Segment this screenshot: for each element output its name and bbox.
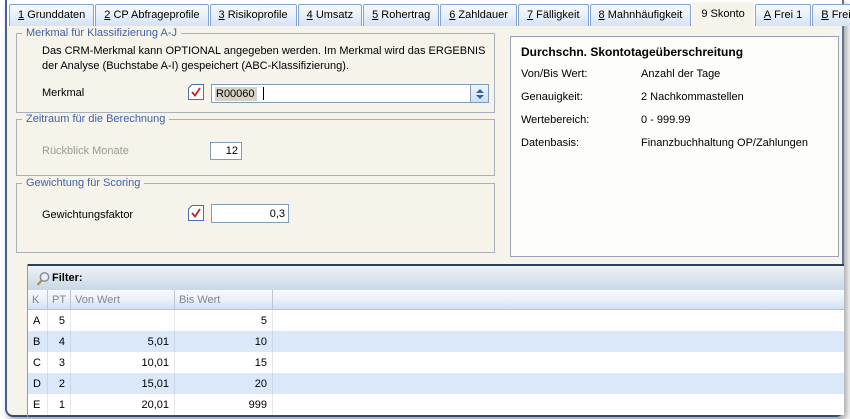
group-zeitraum-berechnung: Zeitraum für die Berechnung Rückblick Mo…: [16, 119, 495, 176]
cell-bis-wert: 5: [175, 310, 273, 331]
tab-umsatz[interactable]: 4 Umsatz: [298, 4, 362, 26]
cell-pt: 4: [48, 331, 71, 352]
cell-k: D: [28, 373, 48, 394]
tab-rohertrag[interactable]: 5 Rohertrag: [363, 4, 439, 26]
group-gewichtung-scoring: Gewichtung für Scoring Gewichtungsfaktor…: [16, 183, 495, 253]
cell-bis-wert: 999: [175, 394, 273, 415]
spin-down-icon[interactable]: [476, 95, 484, 99]
merkmal-spinner[interactable]: [471, 84, 489, 103]
cell-pt: 5: [48, 310, 71, 331]
table-row[interactable]: E 1 20,01 999: [28, 394, 844, 415]
info-label: Wertebereich:: [521, 114, 589, 126]
tab-skonto[interactable]: 9 Skonto: [692, 2, 753, 26]
cell-von-wert: 20,01: [71, 394, 175, 415]
cell-von-wert: 10,01: [71, 352, 175, 373]
tab-mahnhaeufigkeit[interactable]: 8 Mahnhäufigkeit: [590, 4, 692, 26]
cell-bis-wert: 15: [175, 352, 273, 373]
skonto-settings-window: 1 Grunddaten 2 CP Abfrageprofile 3 Risik…: [5, 0, 844, 417]
group-title: Gewichtung für Scoring: [22, 177, 144, 190]
merkmal-description: Das CRM-Merkmal kann OPTIONAL angegeben …: [42, 44, 494, 74]
spin-up-icon[interactable]: [476, 89, 484, 93]
field-enabled-checkbox-icon[interactable]: [188, 205, 204, 221]
table-row[interactable]: D 2 15,01 20: [28, 373, 844, 394]
cell-k: A: [28, 310, 48, 331]
group-title: Merkmal für Klassifizierung A-J: [22, 27, 181, 40]
tab-grunddaten[interactable]: 1 Grunddaten: [9, 4, 94, 26]
table-row[interactable]: C 3 10,01 15: [28, 352, 844, 373]
column-header-filler: [273, 290, 844, 309]
info-panel-title: Durchschn. Skontotageüberschreitung: [521, 45, 743, 59]
info-label: Von/Bis Wert:: [521, 68, 587, 80]
search-icon: [36, 271, 51, 287]
column-header-pt[interactable]: PT: [48, 290, 71, 309]
column-header-bis-wert[interactable]: Bis Wert: [175, 290, 273, 309]
text-caret: [263, 87, 264, 100]
cell-filler: [273, 310, 844, 331]
table-row[interactable]: A 5 5: [28, 310, 844, 331]
info-label: Genauigkeit:: [521, 91, 583, 103]
tab-cp-abfrageprofile[interactable]: 2 CP Abfrageprofile: [95, 4, 208, 26]
cell-k: E: [28, 394, 48, 415]
table-header-row[interactable]: K PT Von Wert Bis Wert: [28, 290, 844, 310]
cell-pt: 3: [48, 352, 71, 373]
info-value: Anzahl der Tage: [641, 68, 720, 80]
filter-bar[interactable]: Filter:: [28, 264, 844, 290]
cell-von-wert: 15,01: [71, 373, 175, 394]
cell-filler: [273, 373, 844, 394]
info-value: 0 - 999.99: [641, 114, 691, 126]
cell-filler: [273, 331, 844, 352]
cell-pt: 2: [48, 373, 71, 394]
column-header-k[interactable]: K: [28, 290, 48, 309]
tab-bar: 1 Grunddaten 2 CP Abfrageprofile 3 Risik…: [7, 0, 842, 26]
group-title: Zeitraum für die Berechnung: [22, 113, 169, 126]
info-value: Finanzbuchhaltung OP/Zahlungen: [641, 137, 808, 149]
cell-bis-wert: 20: [175, 373, 273, 394]
tab-frei-1[interactable]: A Frei 1: [755, 4, 812, 26]
tab-risikoprofile[interactable]: 3 Risikoprofile: [210, 4, 297, 26]
rueckblick-monate-label: Rückblick Monate: [42, 145, 129, 157]
cell-bis-wert: 10: [175, 331, 273, 352]
filter-label: Filter:: [52, 272, 83, 284]
info-label: Datenbasis:: [521, 137, 579, 149]
group-merkmal-klassifizierung: Merkmal für Klassifizierung A-J Das CRM-…: [16, 33, 495, 113]
gewichtungsfaktor-label: Gewichtungsfaktor: [42, 209, 133, 221]
tab-zahldauer[interactable]: 6 Zahldauer: [440, 4, 517, 26]
rueckblick-monate-input[interactable]: 12: [210, 142, 242, 160]
info-panel-skontotage: Durchschn. Skontotageüberschreitung Von/…: [510, 36, 839, 257]
table-row[interactable]: B 4 5,01 10: [28, 331, 844, 352]
tab-frei-2[interactable]: B Frei 2: [812, 4, 850, 26]
cell-filler: [273, 352, 844, 373]
merkmal-label: Merkmal: [42, 87, 84, 99]
merkmal-input[interactable]: R00060: [211, 84, 471, 103]
cell-filler: [273, 394, 844, 415]
selected-text: R00060: [215, 87, 257, 101]
cell-k: B: [28, 331, 48, 352]
classification-table: Filter: K PT Von Wert Bis Wert A 5 5 B 4…: [27, 264, 844, 417]
cell-von-wert: 5,01: [71, 331, 175, 352]
cell-k: C: [28, 352, 48, 373]
cell-von-wert: [71, 310, 175, 331]
column-header-von-wert[interactable]: Von Wert: [71, 290, 175, 309]
tab-faelligkeit[interactable]: 7 Fälligkeit: [518, 4, 589, 26]
cell-pt: 1: [48, 394, 71, 415]
field-enabled-checkbox-icon[interactable]: [188, 84, 204, 100]
info-value: 2 Nachkommastellen: [641, 91, 744, 103]
gewichtungsfaktor-input[interactable]: 0,3: [211, 204, 289, 223]
